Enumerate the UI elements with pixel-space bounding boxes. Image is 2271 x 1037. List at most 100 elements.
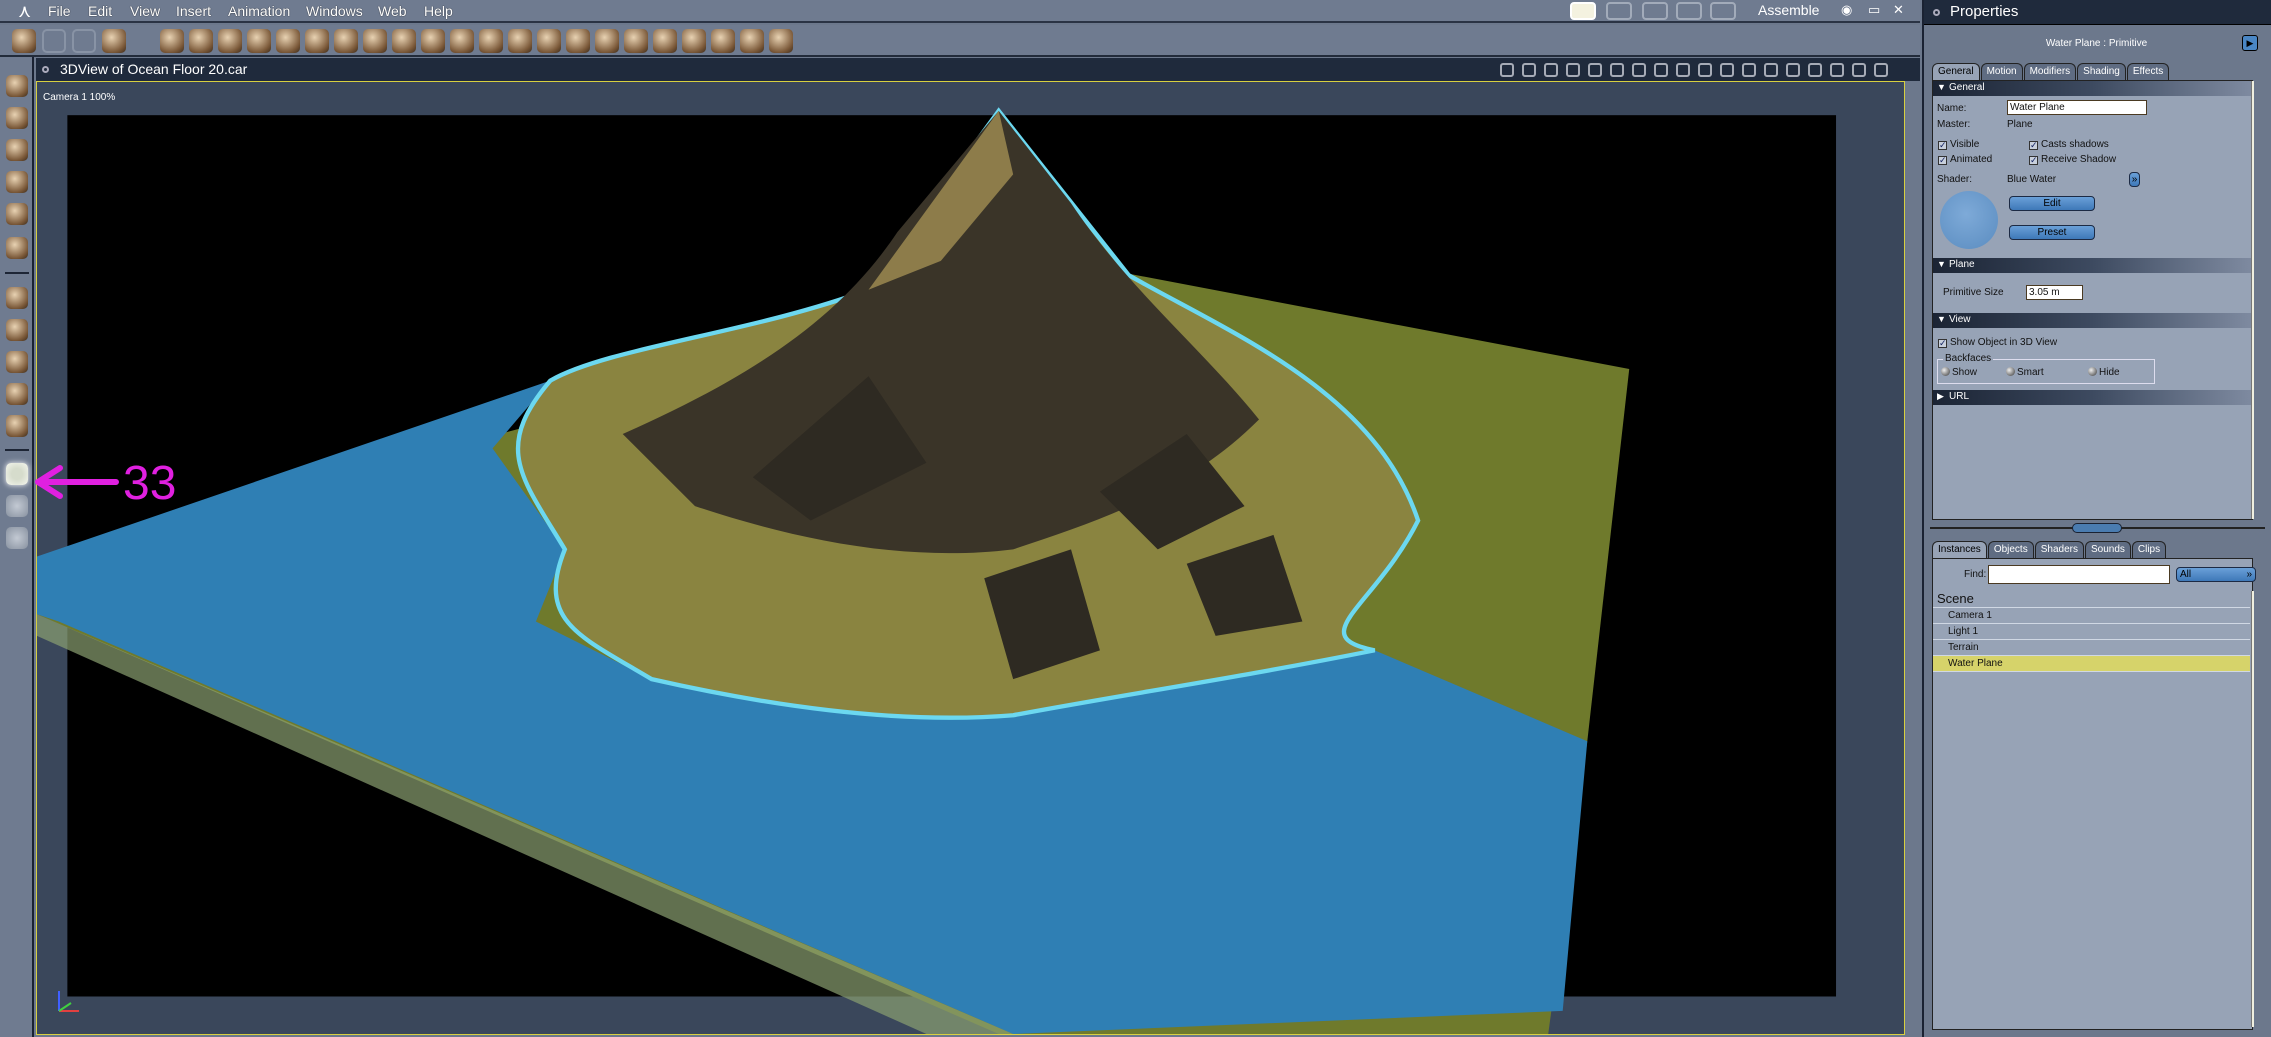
- name-input[interactable]: Water Plane: [2007, 100, 2147, 115]
- select-arrow-icon[interactable]: [6, 75, 28, 97]
- scene-render[interactable]: [37, 82, 1904, 1034]
- menu-animation[interactable]: Animation: [228, 3, 290, 19]
- ring-icon[interactable]: [276, 29, 300, 53]
- tab-sounds[interactable]: Sounds: [2084, 541, 2131, 558]
- rotate-icon[interactable]: [6, 139, 28, 161]
- show-object-checkbox[interactable]: ✓ Show Object in 3D View: [1938, 337, 2057, 348]
- single-view-icon[interactable]: [1588, 63, 1602, 77]
- panel-menu-icon[interactable]: [1933, 9, 1940, 16]
- four-view-icon[interactable]: [1654, 63, 1668, 77]
- app-logo-icon[interactable]: ⋏: [18, 1, 40, 21]
- wand-icon[interactable]: [682, 29, 706, 53]
- network-icon[interactable]: [711, 29, 735, 53]
- section-general[interactable]: ▼ General: [1933, 81, 2251, 96]
- metablob-icon[interactable]: [479, 29, 503, 53]
- camera-icon[interactable]: [6, 463, 28, 485]
- inverse-kinematics-icon[interactable]: [6, 237, 28, 259]
- rotate-3d-icon[interactable]: [6, 351, 28, 373]
- tab-shaders[interactable]: Shaders: [2034, 541, 2084, 558]
- 3d-viewport[interactable]: Camera 1 100%: [36, 81, 1905, 1035]
- maximize-icon[interactable]: ▭: [1868, 2, 1880, 18]
- texture-shade-icon[interactable]: [1874, 63, 1888, 77]
- sphere-rotate-icon[interactable]: [6, 383, 28, 405]
- smooth-shade-icon[interactable]: [1852, 63, 1866, 77]
- wireframe-icon[interactable]: [1808, 63, 1822, 77]
- mushroom-icon[interactable]: [653, 29, 677, 53]
- scene-header[interactable]: Scene: [1933, 591, 2250, 608]
- camera-side-icon[interactable]: [1720, 63, 1734, 77]
- menu-insert[interactable]: Insert: [176, 3, 211, 19]
- checker-plane-icon[interactable]: [160, 29, 184, 53]
- wrench-disabled-icon[interactable]: [72, 29, 96, 53]
- tab-instances[interactable]: Instances: [1932, 541, 1987, 558]
- agr-icon[interactable]: [537, 29, 561, 53]
- menu-edit[interactable]: Edit: [88, 3, 112, 19]
- corner-view-icon[interactable]: [1676, 63, 1690, 77]
- twist-icon[interactable]: [6, 171, 28, 193]
- section-plane[interactable]: ▼ Plane: [1933, 258, 2251, 273]
- move-icon[interactable]: [6, 287, 28, 309]
- instance-row[interactable]: Camera 1: [1933, 608, 2250, 624]
- bounding-box-icon[interactable]: [1786, 63, 1800, 77]
- draw-mode-icon[interactable]: [1642, 2, 1668, 20]
- bowl-icon[interactable]: [624, 29, 648, 53]
- animation-mode-icon[interactable]: [1710, 2, 1736, 20]
- two-horizontal-view-icon[interactable]: [1610, 63, 1624, 77]
- text-icon[interactable]: [305, 29, 329, 53]
- bone-icon[interactable]: [247, 29, 271, 53]
- render-layers-icon[interactable]: [1500, 63, 1514, 77]
- instance-row[interactable]: Terrain: [1933, 640, 2250, 656]
- goblet-icon[interactable]: [189, 29, 213, 53]
- paint-brush-icon[interactable]: [102, 29, 126, 53]
- find-input[interactable]: [1988, 565, 2170, 584]
- capsule-icon[interactable]: [595, 29, 619, 53]
- grass-icon[interactable]: [508, 29, 532, 53]
- instances-scrollbar[interactable]: [2251, 591, 2254, 1027]
- preset-button[interactable]: Preset: [2009, 225, 2095, 240]
- backfaces-show-radio[interactable]: Show: [1941, 367, 1977, 378]
- tab-clips[interactable]: Clips: [2131, 541, 2167, 558]
- terrain-icon[interactable]: [363, 29, 387, 53]
- link-icon[interactable]: [6, 203, 28, 225]
- sphere-icon[interactable]: [218, 29, 242, 53]
- instance-row[interactable]: Water Plane: [1933, 656, 2250, 672]
- eye-icon[interactable]: ◉: [1841, 2, 1852, 18]
- camera-top-icon[interactable]: [1742, 63, 1756, 77]
- scale-icon[interactable]: [6, 319, 28, 341]
- key-icon[interactable]: [769, 29, 793, 53]
- tab-effects[interactable]: Effects: [2126, 63, 2170, 80]
- menu-windows[interactable]: Windows: [306, 3, 363, 19]
- properties-scrollbar[interactable]: [2251, 81, 2254, 519]
- splitter-handle[interactable]: [2072, 523, 2122, 533]
- cloud-icon[interactable]: [421, 29, 445, 53]
- visible-checkbox[interactable]: ✓ Visible: [1938, 139, 1979, 150]
- direct-select-icon[interactable]: [6, 107, 28, 129]
- tab-modifiers[interactable]: Modifiers: [2023, 63, 2077, 80]
- zoom-magnifier-icon[interactable]: [6, 527, 28, 549]
- paint-mode-icon[interactable]: [1676, 2, 1702, 20]
- flat-shade-icon[interactable]: [1830, 63, 1844, 77]
- menu-web[interactable]: Web: [378, 3, 407, 19]
- lights-icon[interactable]: [1544, 63, 1558, 77]
- hand-disabled-icon[interactable]: [42, 29, 66, 53]
- tab-objects[interactable]: Objects: [1987, 541, 2034, 558]
- shader-dropdown-button[interactable]: »: [2129, 172, 2140, 187]
- modeling-mode-icon[interactable]: [1606, 2, 1632, 20]
- fire-icon[interactable]: [450, 29, 474, 53]
- instance-row[interactable]: Light 1: [1933, 624, 2250, 640]
- window-menu-icon[interactable]: [42, 66, 49, 73]
- tab-general[interactable]: General: [1932, 63, 1980, 80]
- up-arrow-icon[interactable]: [1764, 63, 1778, 77]
- hierarchy-icon[interactable]: [1522, 63, 1536, 77]
- menu-file[interactable]: File: [48, 3, 71, 19]
- assemble-mode-icon[interactable]: [1570, 2, 1596, 20]
- casts-shadows-checkbox[interactable]: ✓ Casts shadows: [2029, 139, 2109, 150]
- next-arrow-button[interactable]: ▶: [2242, 35, 2258, 51]
- grid-icon[interactable]: [1566, 63, 1580, 77]
- filter-dropdown[interactable]: All »: [2176, 567, 2256, 582]
- section-view[interactable]: ▼ View: [1933, 313, 2251, 328]
- animated-checkbox[interactable]: ✓ Animated: [1938, 154, 1992, 165]
- hand-pan-icon[interactable]: [6, 495, 28, 517]
- box-icon[interactable]: [6, 415, 28, 437]
- close-icon[interactable]: ✕: [1893, 2, 1904, 18]
